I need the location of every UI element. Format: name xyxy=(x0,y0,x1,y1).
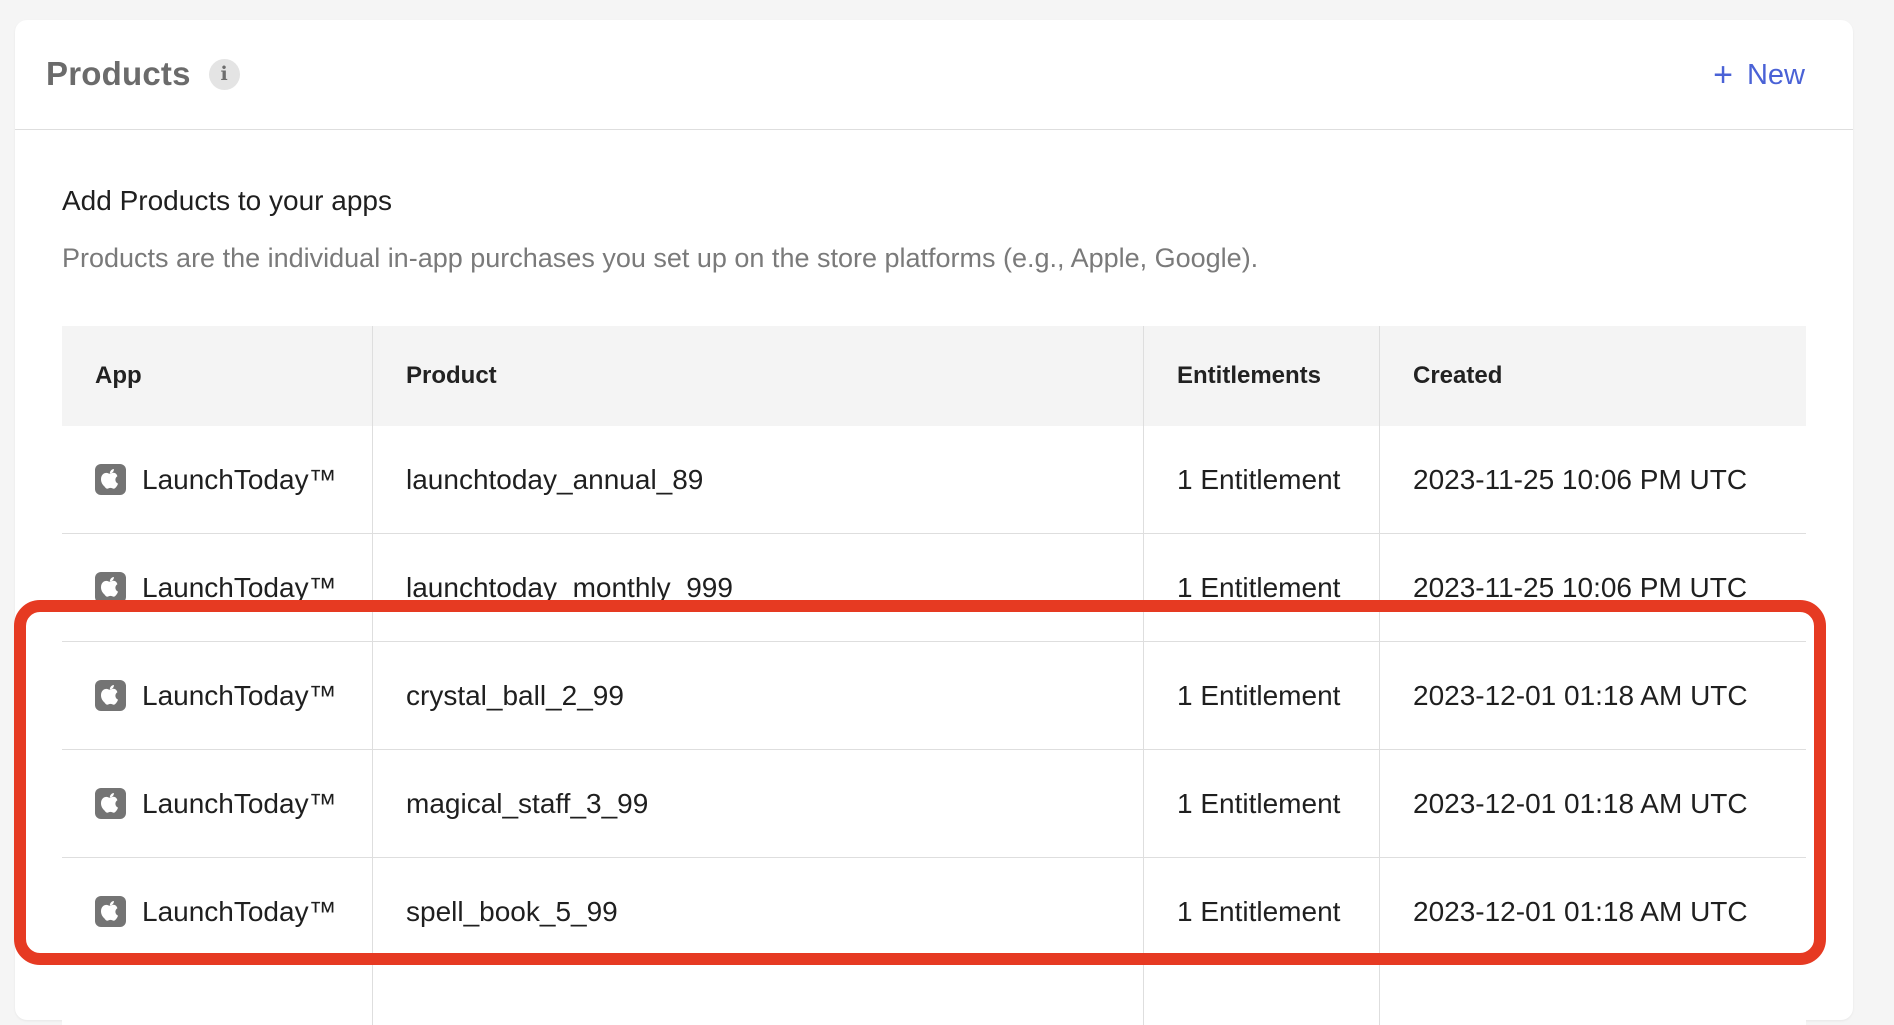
column-header-created[interactable]: Created xyxy=(1380,326,1806,426)
entitlements-cell: 1 Entitlement xyxy=(1144,642,1380,749)
column-header-app[interactable]: App xyxy=(62,326,373,426)
app-cell: LaunchToday™ xyxy=(62,750,373,857)
table-row[interactable]: LaunchToday™ launchtoday_annual_89 1 Ent… xyxy=(62,426,1806,534)
app-cell: LaunchToday™ xyxy=(62,534,373,641)
new-button-label: New xyxy=(1746,58,1805,91)
info-icon[interactable]: i xyxy=(208,58,240,90)
apple-icon xyxy=(95,464,126,495)
product-cell: crystal_ball_2_99 xyxy=(373,642,1144,749)
created-cell: 2023-12-01 01:18 AM UTC xyxy=(1413,787,1748,819)
empty-cell xyxy=(373,965,1144,1025)
created-cell: 2023-12-01 01:18 AM UTC xyxy=(1413,895,1748,927)
app-cell: LaunchToday™ xyxy=(62,858,373,965)
entitlements-cell: 1 Entitlement xyxy=(1144,426,1380,533)
product-cell: launchtoday_monthly_999 xyxy=(373,534,1144,641)
created-cell: 2023-11-25 10:06 PM UTC xyxy=(1413,571,1748,603)
created-cell: 2023-12-01 01:18 AM UTC xyxy=(1413,679,1748,711)
product-cell: spell_book_5_99 xyxy=(373,858,1144,965)
intro-description: Products are the individual in-app purch… xyxy=(62,243,1259,273)
products-table: App Product Entitlements Created LaunchT… xyxy=(62,326,1806,1025)
app-name: LaunchToday™ xyxy=(142,571,337,603)
entitlements-cell: 1 Entitlement xyxy=(1144,858,1380,965)
app-name: LaunchToday™ xyxy=(142,787,337,819)
apple-icon xyxy=(95,572,126,603)
column-header-entitlements[interactable]: Entitlements xyxy=(1144,326,1380,426)
plus-icon: + xyxy=(1713,56,1733,94)
entitlements-cell: 1 Entitlement xyxy=(1144,534,1380,641)
table-row[interactable]: LaunchToday™ spell_book_5_99 1 Entitleme… xyxy=(62,858,1806,965)
app-cell: LaunchToday™ xyxy=(62,426,373,533)
table-row[interactable]: LaunchToday™ magical_staff_3_99 1 Entitl… xyxy=(62,750,1806,858)
app-name: LaunchToday™ xyxy=(142,895,337,927)
empty-cell xyxy=(62,965,373,1025)
card-header: Products i + New xyxy=(15,20,1853,130)
table-row[interactable]: LaunchToday™ crystal_ball_2_99 1 Entitle… xyxy=(62,642,1806,750)
apple-icon xyxy=(95,896,126,927)
app-name: LaunchToday™ xyxy=(142,463,337,495)
intro-heading: Add Products to your apps xyxy=(62,185,392,216)
table-row[interactable]: LaunchToday™ launchtoday_monthly_999 1 E… xyxy=(62,534,1806,642)
column-header-product[interactable]: Product xyxy=(373,326,1144,426)
entitlements-cell: 1 Entitlement xyxy=(1144,750,1380,857)
app-cell: LaunchToday™ xyxy=(62,642,373,749)
new-product-button[interactable]: + New xyxy=(1713,58,1805,92)
apple-icon xyxy=(95,680,126,711)
product-cell: launchtoday_annual_89 xyxy=(373,426,1144,533)
empty-cell xyxy=(1144,965,1380,1025)
title-group: Products i xyxy=(46,55,240,93)
created-cell: 2023-11-25 10:06 PM UTC xyxy=(1413,463,1748,495)
app-name: LaunchToday™ xyxy=(142,679,337,711)
products-card: Products i + New Add Products to your ap… xyxy=(15,20,1853,1025)
page-title: Products xyxy=(46,55,191,92)
table-row-partial xyxy=(62,965,1806,1025)
product-cell: magical_staff_3_99 xyxy=(373,750,1144,857)
empty-cell xyxy=(1380,965,1806,1025)
apple-icon xyxy=(95,788,126,819)
table-header: App Product Entitlements Created xyxy=(62,326,1806,426)
